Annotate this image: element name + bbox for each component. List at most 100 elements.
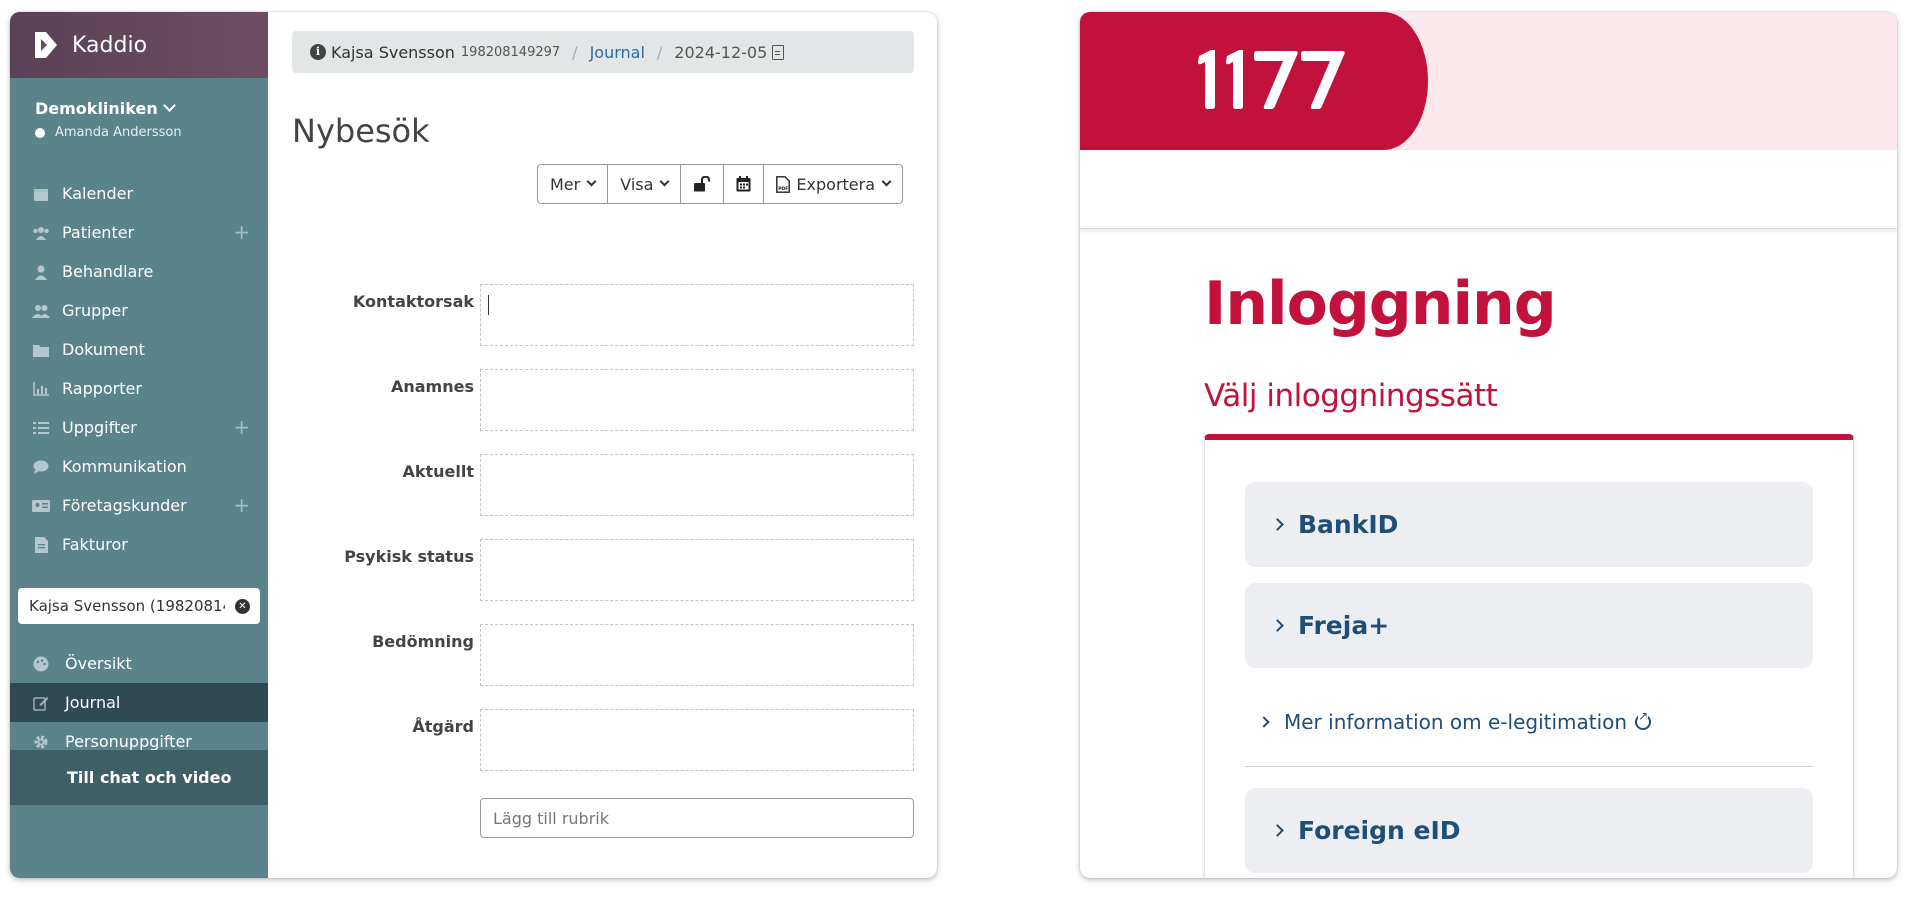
bankid-option[interactable]: BankID xyxy=(1245,482,1813,567)
sidebar-header: Kaddio xyxy=(10,12,268,78)
nav-label: Företagskunder xyxy=(62,496,187,515)
field-label: Åtgärd xyxy=(412,717,474,736)
brand-name: Kaddio xyxy=(72,32,148,58)
nav-item-grupper[interactable]: Grupper xyxy=(10,291,268,330)
field-label: Aktuellt xyxy=(402,462,474,481)
sidebar: Kaddio Demokliniken Amanda Andersson Kal… xyxy=(10,12,268,878)
nav-label: Fakturor xyxy=(62,535,128,554)
chevron-right-icon xyxy=(1271,518,1284,531)
calendar-button[interactable] xyxy=(724,165,765,203)
unlock-button[interactable] xyxy=(681,165,725,203)
aktuellt-textarea[interactable] xyxy=(480,454,914,516)
chevron-down-icon xyxy=(659,176,670,186)
external-link-icon xyxy=(1635,710,1652,730)
chevron-right-icon xyxy=(1271,619,1284,632)
add-patient-plus-icon[interactable]: + xyxy=(233,222,250,242)
field-anamnes: Anamnes xyxy=(292,369,914,431)
field-label: Psykisk status xyxy=(344,547,474,566)
nav-item-foretagskunder[interactable]: Företagskunder + xyxy=(10,486,268,525)
field-psykisk-status: Psykisk status xyxy=(292,539,914,601)
breadcrumb-date: 2024-12-05 xyxy=(674,42,768,62)
nav-item-patienter[interactable]: Patienter + xyxy=(10,213,268,252)
palette-icon xyxy=(32,656,50,672)
close-icon[interactable]: ✕ xyxy=(235,599,250,614)
choose-method-heading: Välj inloggningssätt xyxy=(1204,378,1498,414)
header-brand-area xyxy=(1080,12,1428,150)
nav-label: Patienter xyxy=(62,223,135,242)
site-header xyxy=(1080,12,1897,150)
calendar-icon xyxy=(32,186,50,202)
patient-nav-journal[interactable]: Journal xyxy=(10,683,268,722)
breadcrumb-personnummer: 198208149297 xyxy=(460,44,561,60)
nav-item-uppgifter[interactable]: Uppgifter + xyxy=(10,408,268,447)
nav-item-behandlare[interactable]: Behandlare xyxy=(10,252,268,291)
user-icon xyxy=(32,264,50,280)
field-label: Kontaktorsak xyxy=(352,292,474,311)
nav-label: Dokument xyxy=(62,340,145,359)
user-name: Amanda Andersson xyxy=(55,125,182,140)
add-company-plus-icon[interactable]: + xyxy=(233,495,250,515)
visa-dropdown-button[interactable]: Visa xyxy=(608,165,682,203)
document-icon[interactable] xyxy=(772,44,785,60)
mer-dropdown-button[interactable]: Mer xyxy=(538,165,609,203)
patient-nav-label: Journal xyxy=(65,693,121,712)
gear-icon xyxy=(32,734,50,750)
logo-1177[interactable] xyxy=(1195,48,1345,110)
chevron-down-icon xyxy=(162,99,176,112)
selected-patient-chip[interactable]: Kajsa Svensson (198208149297) ✕ xyxy=(18,588,260,624)
chat-video-button[interactable]: Till chat och video xyxy=(10,750,268,805)
kaddio-window: Kaddio Demokliniken Amanda Andersson Kal… xyxy=(10,12,937,878)
atgard-textarea[interactable] xyxy=(480,709,914,771)
breadcrumb-journal-link[interactable]: Journal xyxy=(590,43,645,62)
patient-nav-label: Personuppgifter xyxy=(65,732,192,751)
chat-bubble-icon xyxy=(32,459,50,475)
kaddio-logo-icon xyxy=(35,32,57,58)
bedomning-textarea[interactable] xyxy=(480,624,914,686)
field-aktuellt: Aktuellt xyxy=(292,454,914,516)
login-heading: Inloggning xyxy=(1204,269,1557,339)
visa-label: Visa xyxy=(620,174,654,194)
kontaktorsak-textarea[interactable] xyxy=(480,284,914,346)
nav-item-kommunikation[interactable]: Kommunikation xyxy=(10,447,268,486)
add-heading-input[interactable]: Lägg till rubrik xyxy=(480,798,914,838)
foreign-eid-option[interactable]: Foreign eID xyxy=(1245,788,1813,873)
patient-chip-text: Kajsa Svensson (198208149297) xyxy=(29,597,225,615)
chevron-down-icon xyxy=(586,176,597,186)
patient-nav-oversikt[interactable]: Översikt xyxy=(10,644,268,683)
field-kontaktorsak: Kontaktorsak xyxy=(292,284,914,346)
list-icon xyxy=(32,420,50,436)
nav-label: Grupper xyxy=(62,301,128,320)
add-task-plus-icon[interactable]: + xyxy=(233,417,250,437)
nav-label: Kommunikation xyxy=(62,457,187,476)
psykisk-status-textarea[interactable] xyxy=(480,539,914,601)
text-caret xyxy=(488,295,489,315)
field-atgard: Åtgärd xyxy=(292,709,914,771)
exportera-label: Exportera xyxy=(796,174,876,194)
nav-item-fakturor[interactable]: Fakturor xyxy=(10,525,268,564)
nav-item-kalender[interactable]: Kalender xyxy=(10,174,268,213)
nav-label: Behandlare xyxy=(62,262,154,281)
anamnes-textarea[interactable] xyxy=(480,369,914,431)
exportera-dropdown-button[interactable]: PDF Exportera xyxy=(764,165,902,203)
current-user[interactable]: Amanda Andersson xyxy=(35,125,182,140)
breadcrumb-separator: / xyxy=(656,42,663,62)
field-label: Bedömning xyxy=(372,632,474,651)
page-title: Nybesök xyxy=(292,112,430,150)
more-info-link[interactable]: Mer information om e-legitimation xyxy=(1258,710,1652,734)
pdf-file-icon: PDF xyxy=(776,175,791,193)
nav-item-dokument[interactable]: Dokument xyxy=(10,330,268,369)
journal-main: i Kajsa Svensson 198208149297 / Journal … xyxy=(268,12,937,878)
mer-label: Mer xyxy=(550,174,581,194)
invoice-icon xyxy=(32,536,50,553)
breadcrumb-patient-name[interactable]: Kajsa Svensson xyxy=(331,43,455,62)
option-label: Freja+ xyxy=(1298,611,1390,640)
freja-option[interactable]: Freja+ xyxy=(1245,583,1813,668)
breadcrumb-separator: / xyxy=(572,42,578,62)
field-label: Anamnes xyxy=(390,377,474,396)
clinic-selector[interactable]: Demokliniken xyxy=(35,99,176,118)
info-icon[interactable]: i xyxy=(310,44,326,60)
breadcrumb: i Kajsa Svensson 198208149297 / Journal … xyxy=(292,31,914,73)
chart-icon xyxy=(32,381,50,397)
nav-item-rapporter[interactable]: Rapporter xyxy=(10,369,268,408)
divider xyxy=(1245,766,1813,767)
